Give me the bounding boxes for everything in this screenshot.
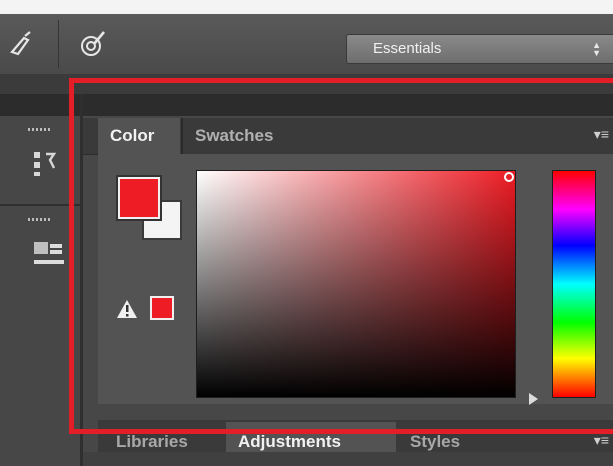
toolbar-separator [58,20,59,68]
layers-panel-icon[interactable] [32,238,72,272]
brush-tool-icon[interactable] [8,30,36,58]
pen-pressure-icon[interactable] [80,30,108,58]
highlight-box [69,78,613,434]
panel-menu-icon[interactable]: ▾≡ [594,432,609,449]
dock-grip[interactable] [28,218,50,221]
workspace-label: Essentials [373,40,442,57]
workspace-select[interactable]: Essentials ▲ ▼ [346,34,613,64]
options-bar: Essentials ▲ ▼ [0,14,613,74]
app-window: Essentials ▲ ▼ Color Swatches ▾≡ Librari… [0,0,613,466]
character-panel-icon[interactable] [32,148,72,180]
dock-separator [0,204,80,206]
lower-panel-edge [83,452,613,466]
chevron-updown-icon: ▲ ▼ [592,40,601,58]
dock-grip[interactable] [28,128,50,131]
